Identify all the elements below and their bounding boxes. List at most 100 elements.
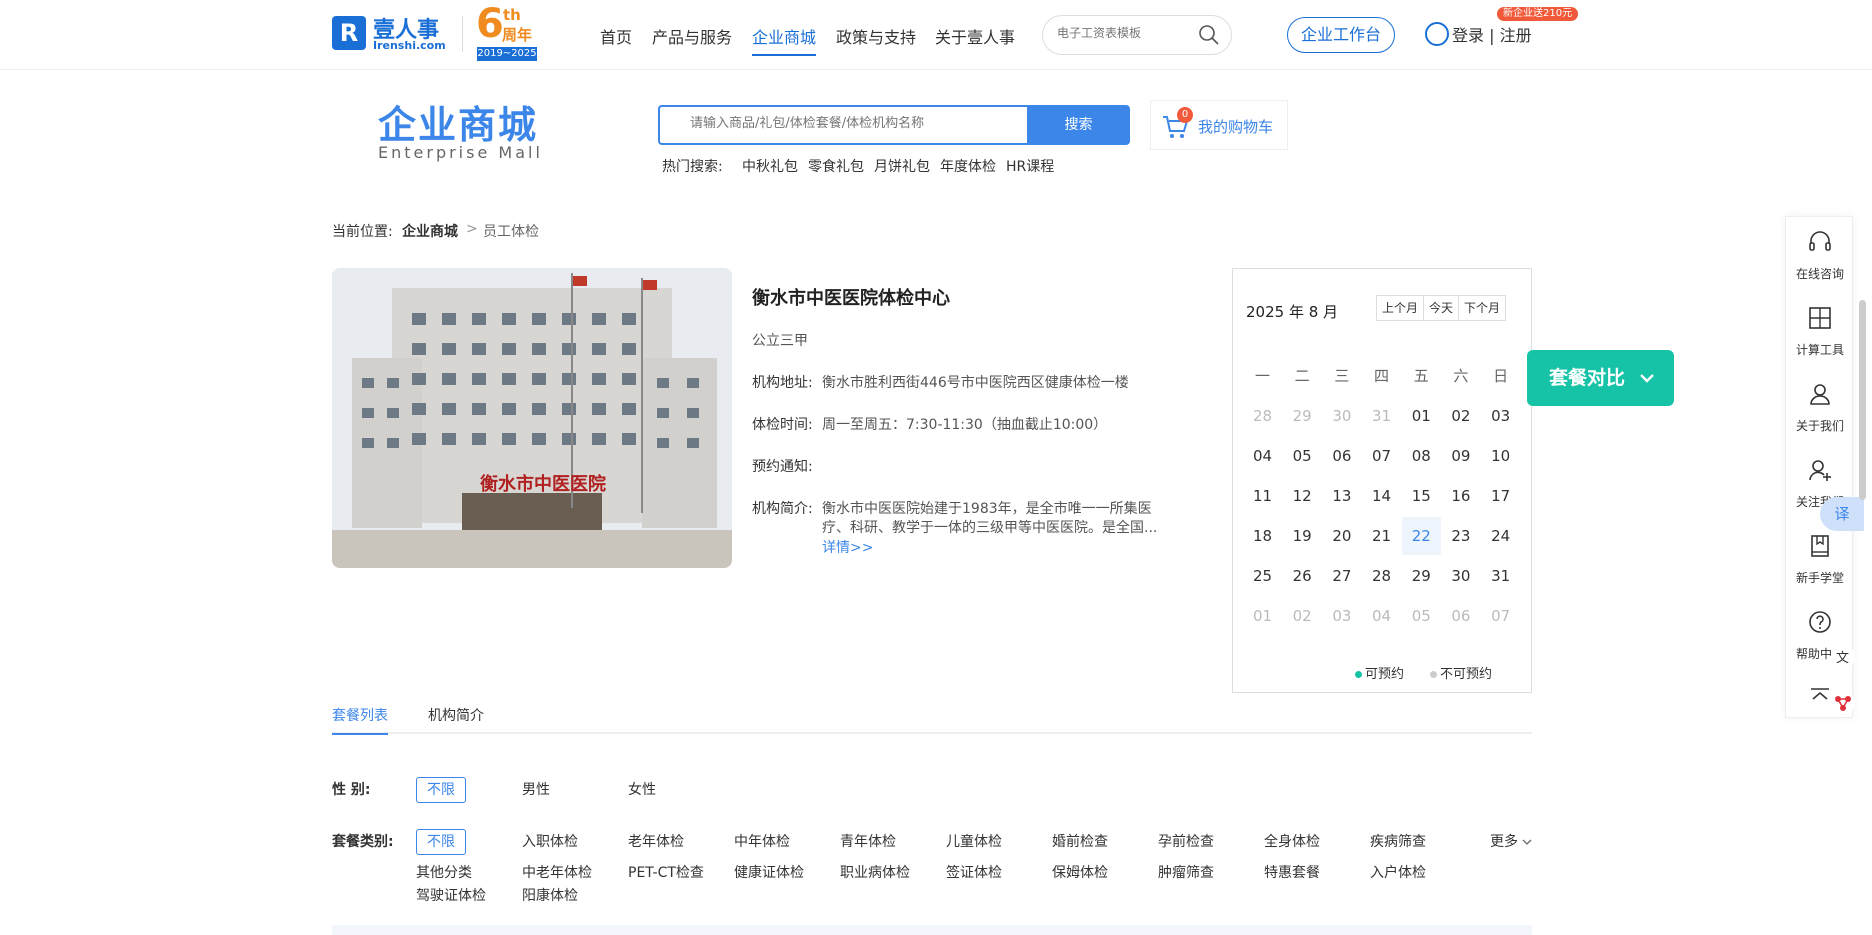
sidebar-item-academy[interactable]: 新手学堂: [1786, 521, 1854, 597]
category-option[interactable]: 全身体检: [1264, 831, 1320, 851]
mall-search-input[interactable]: [690, 116, 1010, 131]
gender-option-male[interactable]: 男性: [522, 779, 550, 799]
calendar-day[interactable]: 14: [1362, 477, 1401, 515]
prev-month-button[interactable]: 上个月: [1377, 296, 1425, 320]
category-option[interactable]: 老年体检: [628, 831, 684, 851]
calendar-day[interactable]: 29: [1402, 557, 1441, 595]
search-icon[interactable]: [1198, 24, 1220, 46]
top-search-input[interactable]: [1057, 26, 1197, 40]
nav-policy[interactable]: 政策与支持: [836, 24, 916, 48]
calendar-day[interactable]: 16: [1441, 477, 1480, 515]
category-option[interactable]: PET-CT检查: [628, 862, 704, 882]
category-option[interactable]: 驾驶证体检: [416, 885, 486, 905]
calendar-day[interactable]: 09: [1441, 437, 1480, 475]
logo-icon[interactable]: R: [332, 16, 366, 50]
calendar-day[interactable]: 11: [1243, 477, 1282, 515]
category-option[interactable]: 其他分类: [416, 862, 472, 882]
category-option[interactable]: 中老年体检: [522, 862, 592, 882]
category-option[interactable]: 入职体检: [522, 831, 578, 851]
category-option[interactable]: 特惠套餐: [1264, 862, 1320, 882]
today-button[interactable]: 今天: [1424, 296, 1460, 320]
hot-term[interactable]: HR课程: [1006, 156, 1054, 176]
sidebar-item-about[interactable]: 关于我们: [1786, 369, 1854, 445]
calendar-day[interactable]: 08: [1402, 437, 1441, 475]
category-option[interactable]: 签证体检: [946, 862, 1002, 882]
more-categories-button[interactable]: 更多: [1490, 831, 1532, 851]
category-option[interactable]: 保姆体检: [1052, 862, 1108, 882]
next-month-button[interactable]: 下个月: [1459, 296, 1505, 320]
nav-home[interactable]: 首页: [600, 24, 632, 48]
nav-about[interactable]: 关于壹人事: [935, 24, 1015, 48]
calendar-day[interactable]: 19: [1283, 517, 1322, 555]
calendar-day[interactable]: 30: [1441, 557, 1480, 595]
calendar-day[interactable]: 28: [1362, 557, 1401, 595]
category-option[interactable]: 疾病筛查: [1370, 831, 1426, 851]
intro-detail-link[interactable]: 详情>>: [822, 537, 873, 557]
gender-option-female[interactable]: 女性: [628, 779, 656, 799]
page-scrollbar[interactable]: [1859, 300, 1866, 500]
login-register-link[interactable]: 登录 | 注册: [1452, 22, 1532, 46]
translate-button[interactable]: 译: [1820, 497, 1864, 531]
sidebar-label: 关于我们: [1795, 419, 1844, 433]
top-search-box: [1042, 15, 1232, 55]
nav-products[interactable]: 产品与服务: [652, 24, 732, 48]
person-icon: [1810, 384, 1830, 405]
calendar-day[interactable]: 25: [1243, 557, 1282, 595]
category-option-any[interactable]: 不限: [416, 829, 466, 855]
calendar-day[interactable]: 24: [1481, 517, 1520, 555]
calendar-day[interactable]: 02: [1441, 397, 1480, 435]
tab-institution-intro[interactable]: 机构简介: [428, 705, 484, 725]
hot-term[interactable]: 零食礼包: [808, 156, 864, 176]
calendar-day[interactable]: 27: [1322, 557, 1361, 595]
category-option[interactable]: 入户体检: [1370, 862, 1426, 882]
calendar-day[interactable]: 03: [1481, 397, 1520, 435]
calendar-day[interactable]: 21: [1362, 517, 1401, 555]
calendar-day[interactable]: 18: [1243, 517, 1282, 555]
search-button[interactable]: 搜索: [1027, 105, 1130, 145]
calendar-day[interactable]: 15: [1402, 477, 1441, 515]
hot-term[interactable]: 月饼礼包: [874, 156, 930, 176]
calendar-day[interactable]: 13: [1322, 477, 1361, 515]
translate-tool-icon[interactable]: 文: [1830, 644, 1856, 670]
calendar-day-outside: 30: [1332, 407, 1352, 425]
category-option[interactable]: 职业病体检: [840, 862, 910, 882]
hot-search-label: 热门搜索:: [662, 159, 723, 175]
category-option[interactable]: 婚前检查: [1052, 831, 1108, 851]
calendar-week: 11 12 13 14 15 16 17: [1243, 477, 1523, 517]
tab-package-list[interactable]: 套餐列表: [332, 705, 388, 735]
cart-button[interactable]: 0 我的购物车: [1150, 100, 1288, 150]
nav-enterprise-mall[interactable]: 企业商城: [752, 24, 817, 56]
calendar-day[interactable]: 17: [1481, 477, 1520, 515]
calendar-day[interactable]: 07: [1362, 437, 1401, 475]
sidebar-item-calculator[interactable]: 计算工具: [1786, 293, 1854, 369]
sidebar-label: 在线咨询: [1795, 267, 1844, 281]
ai-assistant-icon[interactable]: [1830, 690, 1856, 716]
calendar-day[interactable]: 20: [1322, 517, 1361, 555]
category-option[interactable]: 健康证体检: [734, 862, 804, 882]
category-option[interactable]: 阳康体检: [522, 885, 578, 905]
breadcrumb-mall[interactable]: 企业商城: [402, 221, 458, 241]
category-option[interactable]: 肿瘤筛查: [1158, 862, 1214, 882]
sidebar-item-consult[interactable]: 在线咨询: [1786, 217, 1854, 293]
calendar-day[interactable]: 10: [1481, 437, 1520, 475]
calendar-day[interactable]: 22: [1401, 517, 1441, 555]
hot-term[interactable]: 年度体检: [940, 156, 996, 176]
calendar-day[interactable]: 26: [1283, 557, 1322, 595]
calendar-day[interactable]: 12: [1283, 477, 1322, 515]
workbench-button[interactable]: 企业工作台: [1287, 17, 1395, 53]
category-option[interactable]: 青年体检: [840, 831, 896, 851]
calendar-day[interactable]: 01: [1402, 397, 1441, 435]
calendar-day[interactable]: 04: [1243, 437, 1282, 475]
calendar-day[interactable]: 06: [1322, 437, 1361, 475]
gender-option-any[interactable]: 不限: [416, 777, 466, 803]
category-option[interactable]: 儿童体检: [946, 831, 1002, 851]
hot-term[interactable]: 中秋礼包: [742, 156, 798, 176]
user-icon[interactable]: [1425, 22, 1449, 46]
calendar-day[interactable]: 05: [1283, 437, 1322, 475]
package-compare-button[interactable]: 套餐对比: [1527, 350, 1674, 406]
category-option[interactable]: 中年体检: [734, 831, 790, 851]
category-option[interactable]: 孕前检查: [1158, 831, 1214, 851]
calendar-day[interactable]: 23: [1441, 517, 1480, 555]
calendar-day[interactable]: 31: [1481, 557, 1520, 595]
institution-photo: 衡水市中医医院: [332, 268, 732, 568]
